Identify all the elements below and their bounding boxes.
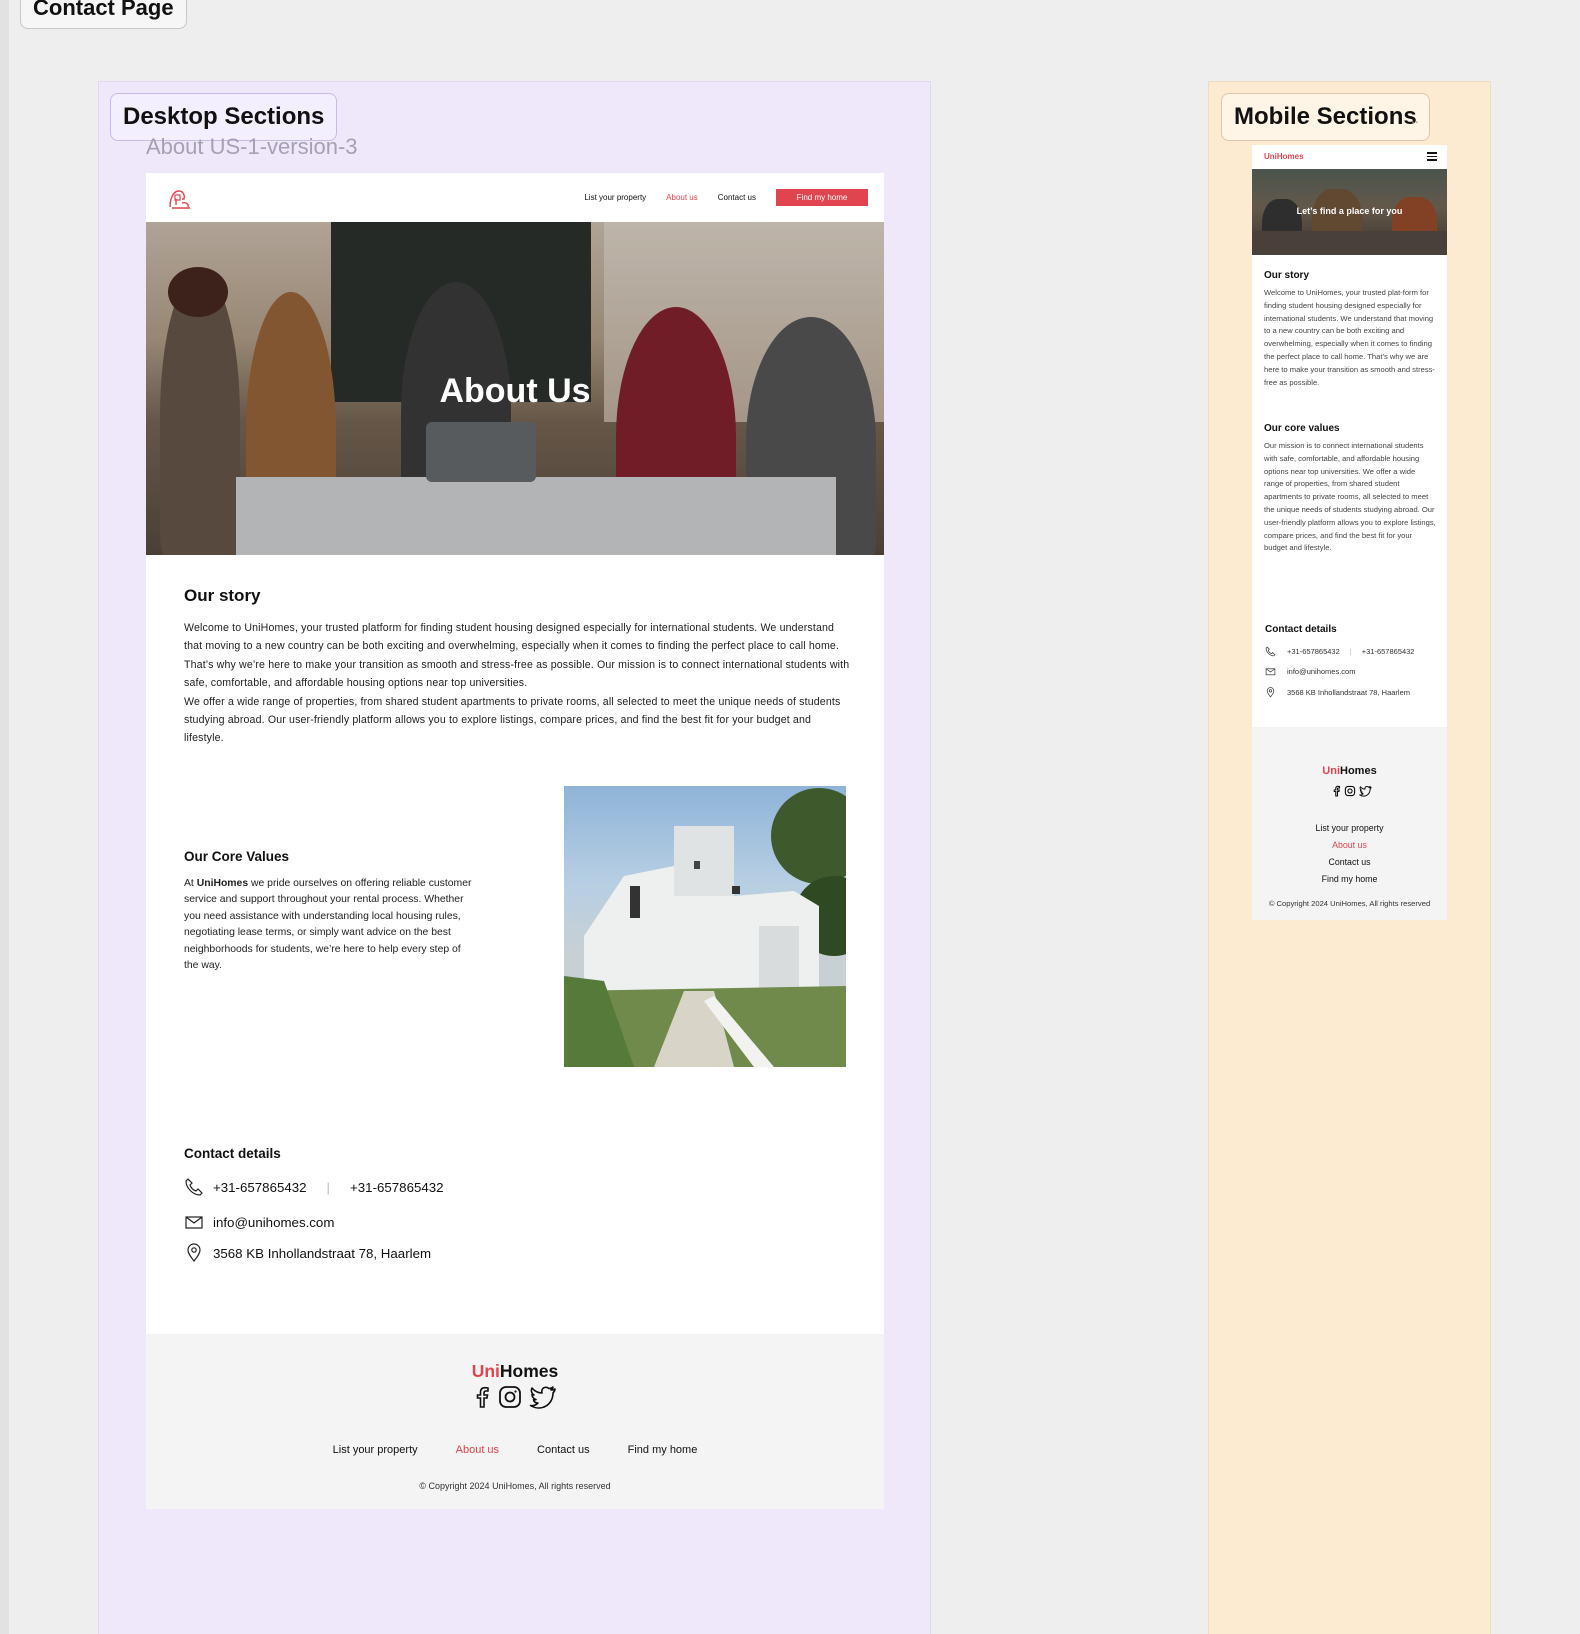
core-values-section: Our Core Values At UniHomes we pride our… — [184, 849, 474, 974]
mobile-email-address[interactable]: info@unihomes.com — [1287, 667, 1355, 676]
desktop-navbar: List your property About us Contact us F… — [146, 173, 884, 222]
footer-link-about-us[interactable]: About us — [456, 1444, 499, 1456]
find-my-home-button[interactable]: Find my home — [776, 189, 868, 206]
desktop-footer: UniHomes List your property About us Con… — [146, 1334, 884, 1509]
house-image — [564, 786, 846, 1067]
phone-number-1[interactable]: +31-657865432 — [213, 1180, 307, 1195]
mobile-phone-separator: | — [1349, 647, 1352, 656]
contact-details-section: Contact details +31-657865432 | +31-6578… — [184, 1146, 444, 1263]
twitter-icon[interactable] — [529, 1385, 557, 1409]
desktop-frame: List your property About us Contact us F… — [146, 173, 884, 1509]
footer-link-list-property[interactable]: List your property — [333, 1444, 418, 1456]
mobile-footer: UniHomes List your property About us Con… — [1252, 727, 1447, 920]
contact-details-heading: Contact details — [184, 1146, 281, 1161]
mobile-core-values-text: Our mission is to connect international … — [1264, 441, 1436, 553]
frame-name[interactable]: About US-1-version-3 — [146, 134, 358, 160]
page-frame-label[interactable]: Contact Page — [20, 0, 187, 29]
hero-title: About Us — [439, 372, 591, 410]
mobile-our-story-text: Welcome to UniHomes, your trusted plat-f… — [1264, 288, 1435, 387]
footer-copyright: © Copyright 2024 UniHomes, All rights re… — [419, 1481, 611, 1491]
mobile-hero-image: Let’s find a place for you — [1252, 169, 1447, 255]
nav-link-list-property[interactable]: List your property — [584, 193, 646, 202]
mobile-core-values-heading: Our core values — [1264, 423, 1340, 434]
footer-brand[interactable]: UniHomes — [146, 1361, 884, 1382]
phone-separator: | — [326, 1179, 331, 1195]
mail-icon — [185, 1216, 203, 1229]
mobile-footer-link-list-property[interactable]: List your property — [1252, 820, 1447, 837]
core-values-text: At UniHomes we pride ourselves on offeri… — [184, 878, 472, 972]
mobile-brand[interactable]: UniHomes — [1264, 152, 1304, 161]
mobile-phone-number-2[interactable]: +31-657865432 — [1362, 647, 1415, 656]
phone-icon — [185, 1178, 203, 1196]
mobile-our-story-heading: Our story — [1264, 270, 1310, 281]
location-pin-icon — [187, 1243, 201, 1262]
phone-number-2[interactable]: +31-657865432 — [350, 1180, 444, 1195]
social-icons — [473, 1385, 563, 1409]
footer-link-find-my-home[interactable]: Find my home — [628, 1444, 698, 1456]
instagram-icon[interactable] — [1344, 785, 1356, 797]
address-text: 3568 KB Inhollandstraat 78, Haarlem — [213, 1245, 432, 1261]
our-story-heading: Our story — [184, 586, 261, 605]
more-icon: .. — [1411, 110, 1419, 126]
hero-image: About Us — [146, 222, 884, 555]
location-pin-icon — [1266, 687, 1275, 698]
hamburger-menu-icon[interactable] — [1427, 152, 1437, 163]
mobile-phone-number-1[interactable]: +31-657865432 — [1287, 647, 1340, 656]
mobile-footer-link-about-us[interactable]: About us — [1252, 837, 1447, 854]
mobile-contact-details-section: Contact details +31-657865432 | +31-6578… — [1265, 624, 1414, 698]
mobile-frame: UniHomes Let’s find a place for you Our … — [1252, 145, 1447, 920]
nav-link-about-us[interactable]: About us — [666, 193, 698, 202]
phone-icon — [1265, 646, 1276, 657]
mobile-our-story-section: Our story Welcome to UniHomes, your trus… — [1264, 270, 1436, 389]
instagram-icon[interactable] — [497, 1385, 523, 1409]
house-outline-icon[interactable] — [166, 187, 194, 211]
core-values-heading: Our Core Values — [184, 849, 290, 864]
mobile-social-icons — [1332, 785, 1375, 797]
mobile-footer-copyright: © Copyright 2024 UniHomes, All rights re… — [1268, 899, 1431, 908]
facebook-icon[interactable] — [473, 1385, 491, 1409]
our-story-text: Welcome to UniHomes, your trusted platfo… — [184, 622, 850, 745]
mobile-contact-heading: Contact details — [1265, 624, 1337, 635]
facebook-icon[interactable] — [1332, 785, 1341, 797]
mobile-footer-link-contact-us[interactable]: Contact us — [1252, 854, 1447, 871]
mobile-core-values-section: Our core values Our mission is to connec… — [1264, 423, 1436, 555]
mobile-section-label[interactable]: Mobile Sections — [1221, 93, 1430, 141]
mobile-address-text: 3568 KB Inhollandstraat 78, Haarlem — [1287, 688, 1410, 697]
our-story-section: Our story Welcome to UniHomes, your trus… — [184, 586, 850, 748]
mail-icon — [1265, 668, 1276, 676]
mobile-hero-title: Let’s find a place for you — [1296, 206, 1403, 216]
nav-link-contact-us[interactable]: Contact us — [718, 193, 756, 202]
canvas-left-strip — [0, 0, 9, 1634]
mobile-footer-link-find-my-home[interactable]: Find my home — [1252, 871, 1447, 888]
mobile-navbar: UniHomes — [1252, 145, 1447, 169]
footer-link-contact-us[interactable]: Contact us — [537, 1444, 590, 1456]
twitter-icon[interactable] — [1359, 785, 1372, 797]
mobile-footer-brand[interactable]: UniHomes — [1252, 765, 1447, 777]
email-address[interactable]: info@unihomes.com — [213, 1215, 334, 1230]
